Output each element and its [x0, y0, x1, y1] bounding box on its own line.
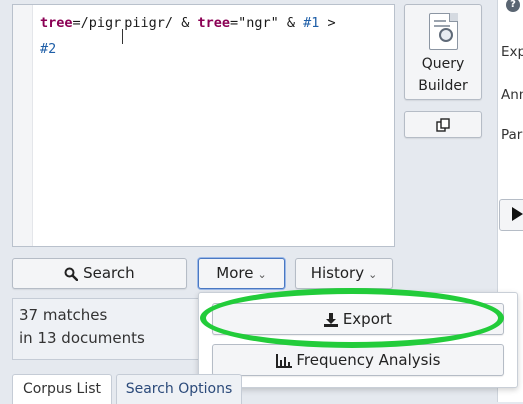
- tab-corpus-list[interactable]: Corpus List: [12, 374, 112, 404]
- text-cursor: |: [122, 29, 124, 44]
- query-line-1[interactable]: tree=/pigr|piigr/ & tree="ngr" & #1 >: [40, 15, 336, 44]
- query-token: piigr/ &: [124, 15, 198, 31]
- search-button-label: Search: [83, 264, 135, 282]
- query-builder-label: Query Builder: [418, 56, 468, 94]
- play-icon: [512, 207, 523, 221]
- side-item-annotations[interactable]: Ann: [501, 87, 523, 103]
- export-button-label: Export: [342, 310, 392, 328]
- export-button[interactable]: Export: [212, 303, 504, 335]
- query-token: #1: [303, 15, 320, 31]
- query-builder-button[interactable]: Query Builder: [404, 4, 482, 100]
- history-button[interactable]: History ⌄: [295, 258, 393, 289]
- side-item-parameters[interactable]: Par: [501, 127, 522, 143]
- more-button[interactable]: More ⌄: [198, 258, 285, 289]
- query-token: =/pigr: [72, 15, 122, 31]
- side-item-export[interactable]: Exp: [501, 44, 523, 60]
- query-editor[interactable]: tree=/pigr|piigr/ & tree="ngr" & #1 > #2: [12, 4, 395, 247]
- help-icon[interactable]: ?: [506, 0, 520, 12]
- tab-search-options[interactable]: Search Options: [116, 374, 242, 404]
- search-button[interactable]: Search: [12, 258, 187, 289]
- match-status: 37 matches in 13 documents: [12, 298, 202, 360]
- query-token: >: [319, 15, 336, 31]
- download-icon: [324, 312, 339, 327]
- match-count: 37 matches: [19, 306, 108, 324]
- document-count: in 13 documents: [19, 329, 145, 347]
- query-line-2[interactable]: #2: [40, 41, 56, 57]
- frequency-analysis-button[interactable]: Frequency Analysis: [212, 344, 504, 376]
- copy-query-button[interactable]: [404, 111, 482, 138]
- frequency-analysis-label: Frequency Analysis: [296, 351, 441, 369]
- search-icon: [64, 267, 79, 281]
- query-token: tree: [40, 15, 73, 31]
- chevron-down-icon: ⌄: [257, 268, 267, 281]
- side-play-button[interactable]: [499, 199, 523, 231]
- chevron-down-icon: ⌄: [368, 268, 378, 281]
- query-builder-icon: [429, 13, 458, 50]
- query-token: ="ngr" &: [229, 15, 304, 31]
- query-token: tree: [197, 15, 230, 31]
- copy-icon: [436, 117, 450, 132]
- line-number-gutter: [13, 5, 33, 246]
- bar-chart-icon: [275, 353, 292, 368]
- more-button-label: More: [216, 264, 254, 282]
- history-button-label: History: [310, 264, 365, 282]
